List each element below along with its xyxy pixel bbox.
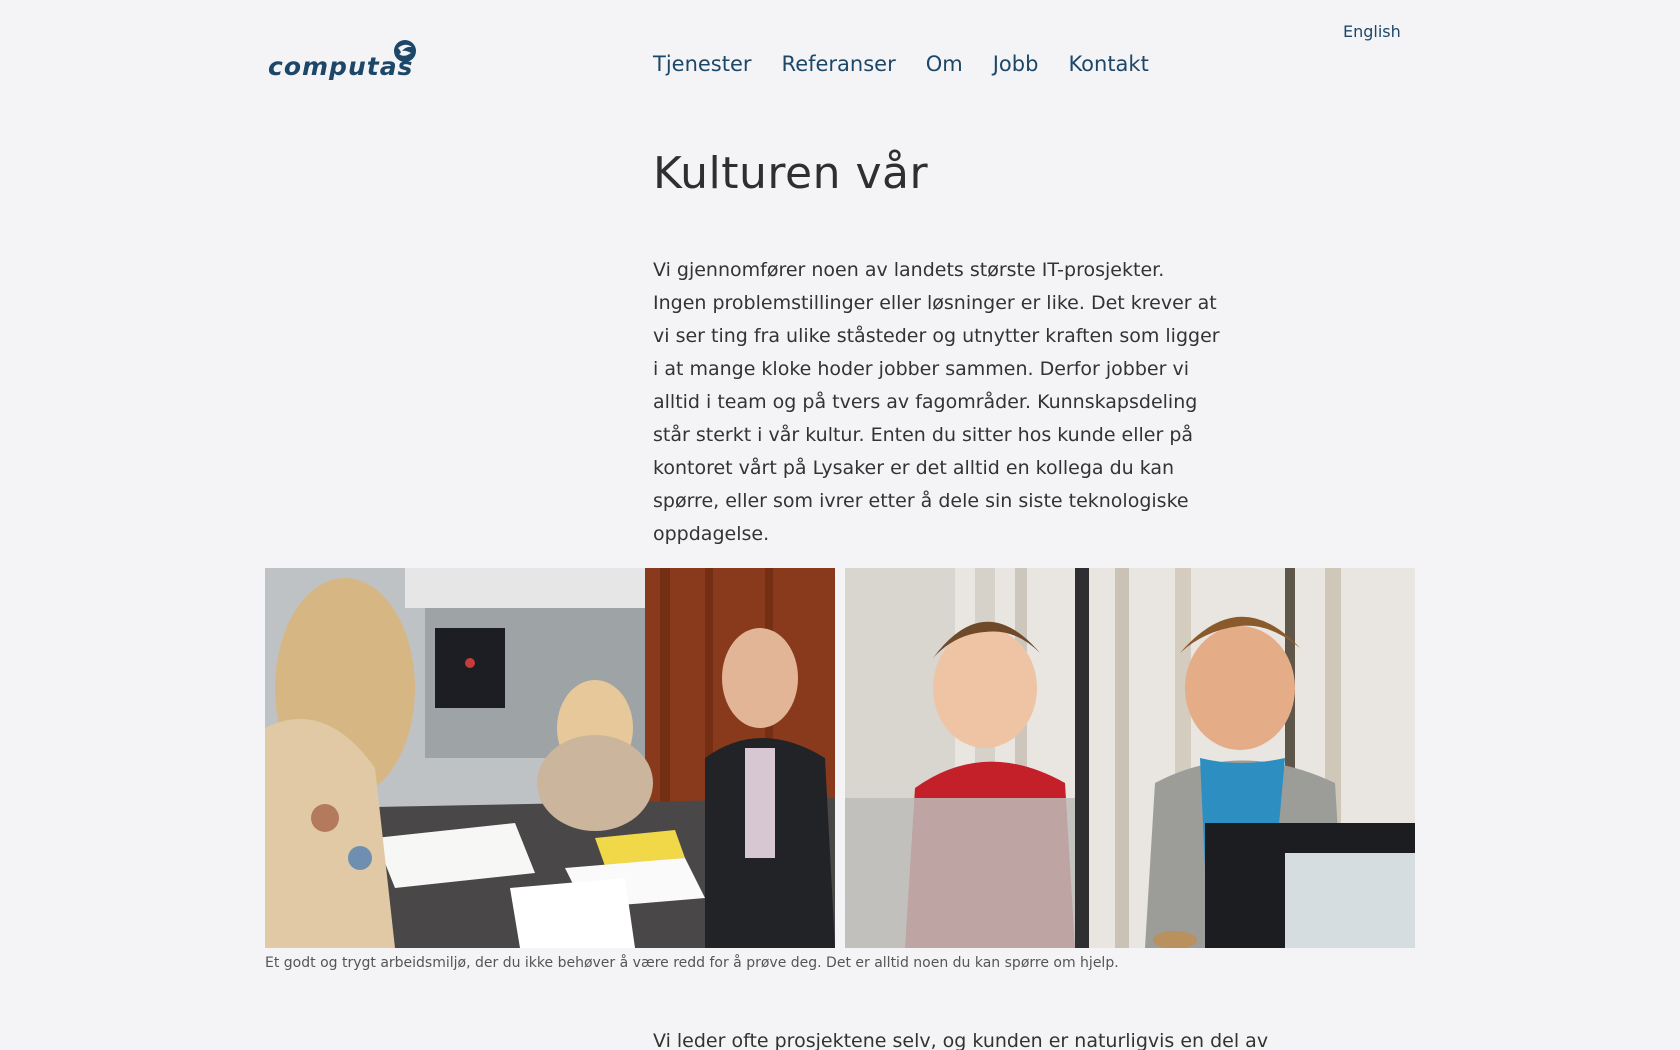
computas-logo[interactable]: computas	[268, 38, 420, 88]
page: English computas Tjenester Referanser Om…	[0, 0, 1680, 1050]
page-title: Kulturen vår	[653, 148, 929, 199]
nav-tjenester[interactable]: Tjenester	[653, 52, 752, 76]
nav-om[interactable]: Om	[926, 52, 963, 76]
main-nav: Tjenester Referanser Om Jobb Kontakt	[653, 52, 1149, 76]
nav-referanser[interactable]: Referanser	[782, 52, 896, 76]
intro-paragraph: Vi gjennomfører noen av landets største …	[653, 259, 1220, 545]
nav-jobb[interactable]: Jobb	[993, 52, 1039, 76]
second-paragraph: Vi leder ofte prosjektene selv, og kunde…	[653, 1030, 1269, 1050]
photo-caption: Et godt og trygt arbeidsmiljø, der du ik…	[265, 955, 1119, 971]
team-meeting-photo	[265, 568, 835, 948]
nav-kontakt[interactable]: Kontakt	[1068, 52, 1148, 76]
colleagues-smiling-photo	[845, 568, 1415, 948]
language-link-english[interactable]: English	[1343, 22, 1401, 41]
logo-swirl-icon	[394, 40, 416, 62]
